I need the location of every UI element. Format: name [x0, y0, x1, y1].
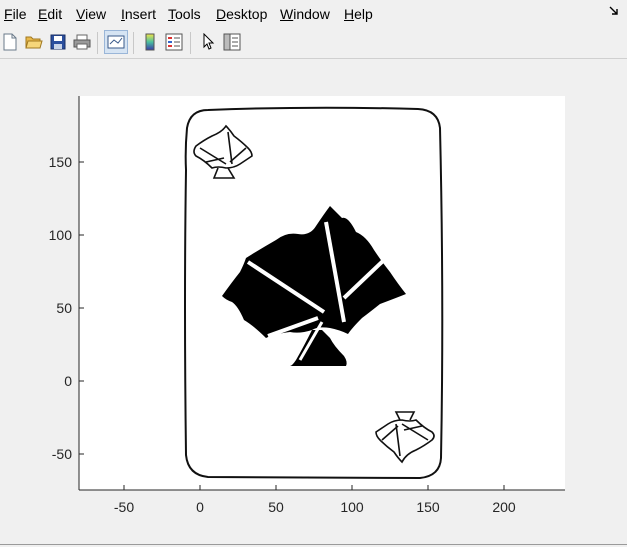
insert-colorbar-icon[interactable] — [140, 32, 160, 52]
y-tick-label: 50 — [56, 300, 72, 316]
toolbar-separator — [133, 32, 134, 54]
x-tick-label: 100 — [340, 499, 364, 515]
figure-area: -50 0 50 100 150 200 150 100 50 0 -50 — [0, 59, 627, 547]
y-tick-label: 100 — [49, 227, 73, 243]
x-tick-label: 0 — [196, 499, 204, 515]
x-tick-label: 50 — [268, 499, 284, 515]
link-plot-icon[interactable] — [104, 30, 128, 54]
insert-legend-icon[interactable] — [164, 32, 184, 52]
print-icon[interactable] — [72, 32, 92, 52]
menu-desktop[interactable]: Desktop — [216, 6, 267, 22]
dock-arrow-icon[interactable] — [609, 6, 619, 19]
figure-bottom-border — [0, 544, 627, 545]
x-tick-label: 150 — [416, 499, 440, 515]
figure-toolbar — [0, 28, 627, 59]
y-tick-label: 150 — [49, 154, 73, 170]
y-tick-label: -50 — [52, 446, 72, 462]
toolbar-separator — [190, 32, 191, 54]
menu-bar: File Edit View Insert Tools Desktop Wind… — [0, 0, 627, 28]
menu-file[interactable]: File — [4, 6, 27, 22]
save-icon[interactable] — [48, 32, 68, 52]
menu-view[interactable]: View — [76, 6, 106, 22]
edit-plot-arrow-icon[interactable] — [198, 32, 218, 52]
menu-insert[interactable]: Insert — [121, 6, 156, 22]
new-figure-icon[interactable] — [0, 32, 20, 52]
menu-tools[interactable]: Tools — [168, 6, 201, 22]
menu-help[interactable]: Help — [344, 6, 373, 22]
plot-canvas[interactable]: -50 0 50 100 150 200 150 100 50 0 -50 — [0, 59, 627, 547]
x-tick-label: -50 — [114, 499, 134, 515]
y-tick-label: 0 — [64, 373, 72, 389]
menu-edit[interactable]: Edit — [38, 6, 62, 22]
toolbar-separator — [97, 32, 98, 54]
x-tick-label: 200 — [492, 499, 516, 515]
property-inspector-icon[interactable] — [222, 32, 242, 52]
open-file-icon[interactable] — [24, 32, 44, 52]
menu-window[interactable]: Window — [280, 6, 330, 22]
